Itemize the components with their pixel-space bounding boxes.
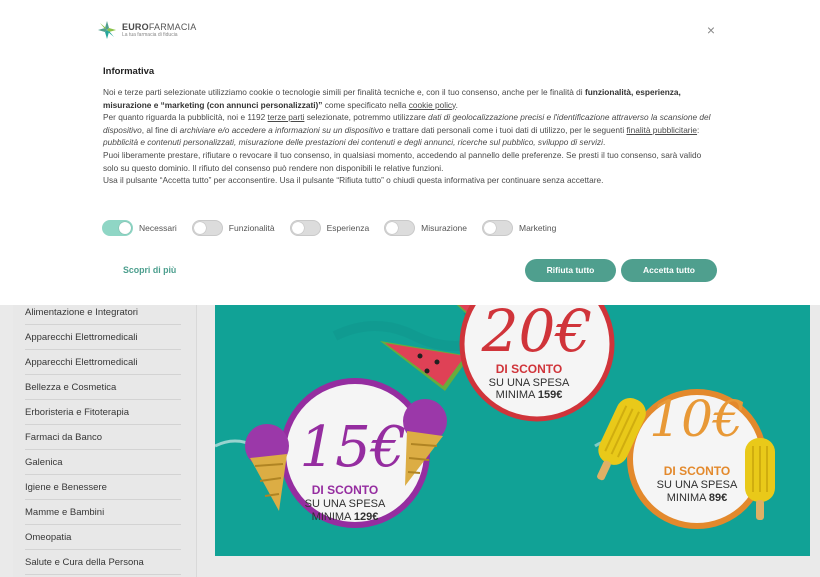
toggle-label: Marketing: [519, 223, 557, 233]
brand-text: EUROFARMACIA La tua farmacia di fiducia: [122, 22, 196, 39]
cookie-consent-dialog: EUROFARMACIA La tua farmacia di fiducia …: [0, 0, 820, 305]
dialog-title: Informativa: [103, 66, 155, 77]
brand-tagline: La tua farmacia di fiducia: [122, 31, 178, 38]
brand-logo[interactable]: EUROFARMACIA La tua farmacia di fiducia: [96, 19, 196, 41]
learn-more-link[interactable]: Scopri di più: [123, 265, 176, 275]
consent-paragraph-2: Per quanto riguarda la pubblicità, noi e…: [103, 112, 711, 148]
toggle-knob: [119, 222, 131, 234]
toggle-switch[interactable]: [289, 220, 321, 236]
consent-toggles: Necessari Funzionalità Esperienza Misura…: [102, 220, 571, 236]
toggle-switch[interactable]: [191, 220, 223, 236]
toggle-knob: [386, 222, 399, 234]
toggle-label: Necessari: [139, 223, 177, 233]
advertising-purposes-link[interactable]: finalità pubblicitarie: [626, 125, 697, 135]
close-icon[interactable]: ×: [703, 22, 719, 38]
toggle-switch[interactable]: [384, 220, 416, 236]
brand-name: EUROFARMACIA: [122, 21, 197, 32]
consent-paragraph-3: Puoi liberamente prestare, rifiutare o r…: [103, 149, 702, 173]
toggle-misurazione[interactable]: Misurazione: [384, 220, 467, 236]
dialog-body: Noi e terze parti selezionate utilizziam…: [103, 86, 713, 187]
accept-all-button[interactable]: Accetta tutto: [621, 259, 717, 282]
toggle-label: Funzionalità: [228, 223, 275, 233]
toggle-switch[interactable]: [482, 220, 513, 236]
consent-paragraph-1: Noi e terze parti selezionate utilizziam…: [103, 87, 681, 110]
toggle-esperienza[interactable]: Esperienza: [289, 220, 370, 236]
toggle-necessari[interactable]: Necessari: [102, 220, 177, 236]
reject-all-button[interactable]: Rifiuta tutto: [525, 259, 616, 282]
consent-paragraph-4: Usa il pulsante “Accetta tutto” per acco…: [103, 175, 604, 186]
toggle-label: Misurazione: [421, 223, 467, 233]
toggle-label: Esperienza: [326, 223, 370, 233]
toggle-knob: [484, 222, 496, 234]
toggle-knob: [193, 222, 206, 234]
toggle-knob: [291, 222, 304, 234]
toggle-funzionalita[interactable]: Funzionalità: [191, 220, 275, 236]
toggle-switch[interactable]: [102, 220, 133, 236]
logo-icon: [98, 21, 116, 39]
toggle-marketing[interactable]: Marketing: [482, 220, 556, 236]
cookie-policy-link[interactable]: cookie policy: [409, 100, 456, 110]
third-parties-link[interactable]: terze parti: [268, 112, 305, 122]
